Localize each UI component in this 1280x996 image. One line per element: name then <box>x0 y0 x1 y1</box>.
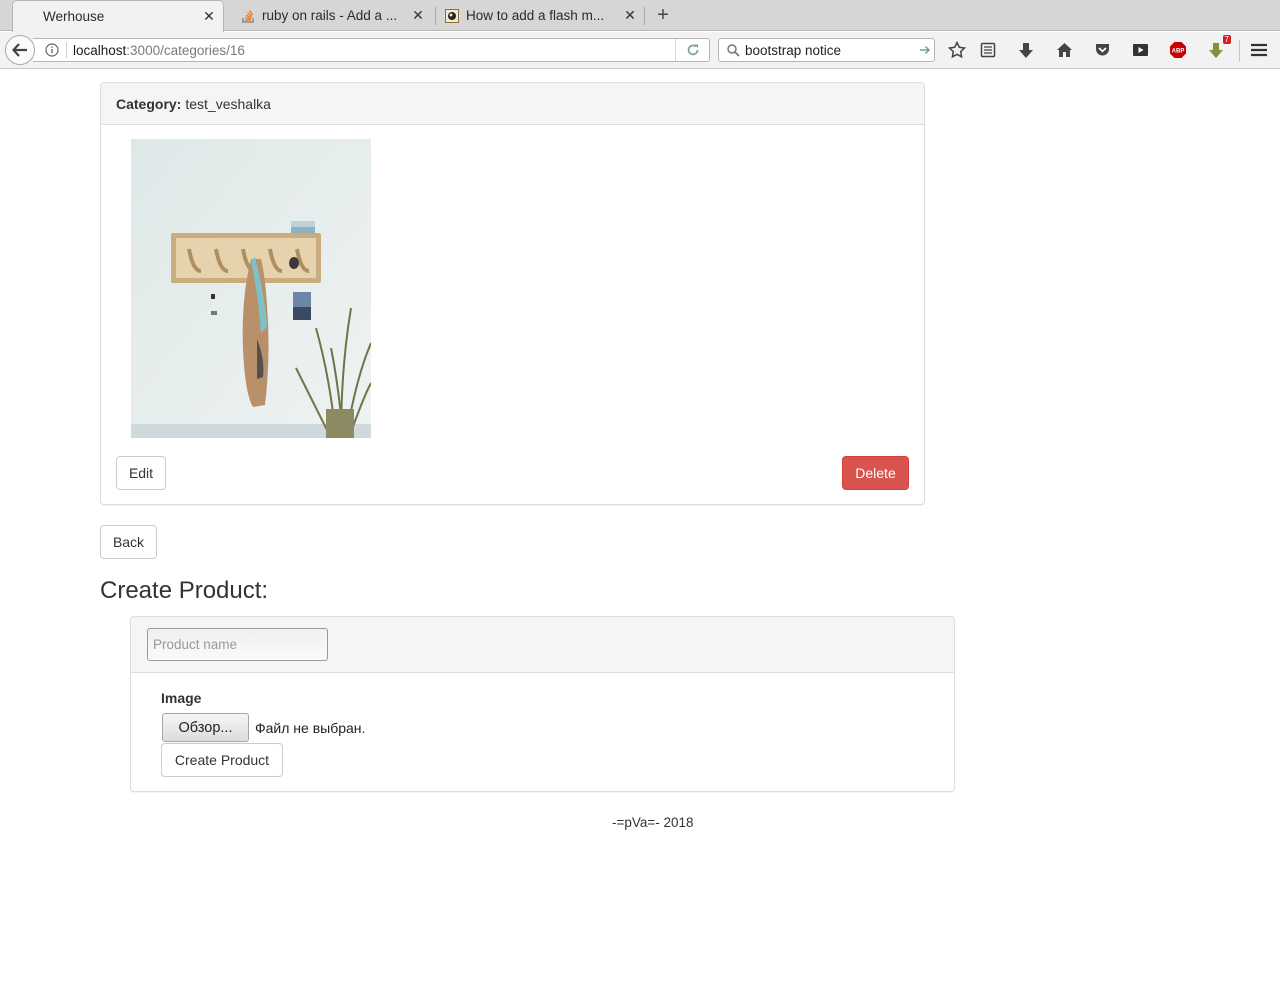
create-product-heading: Create Product: <box>100 577 269 604</box>
stackoverflow-icon <box>241 9 255 23</box>
addon-download-icon[interactable]: 7 <box>1204 35 1231 61</box>
pocket-icon[interactable] <box>1090 39 1114 61</box>
edit-button[interactable]: Edit <box>116 456 166 490</box>
search-go-icon[interactable] <box>916 45 934 55</box>
image-label: Image <box>161 690 202 706</box>
tab-title: Werhouse <box>43 9 105 24</box>
url-separator <box>66 42 67 58</box>
product-name-input[interactable]: Product name <box>147 628 328 661</box>
adblock-icon[interactable]: ABP <box>1166 39 1190 61</box>
category-header: Category: test_veshalka <box>101 83 924 125</box>
home-icon[interactable] <box>1052 39 1076 61</box>
download-icon[interactable] <box>1014 39 1038 61</box>
browse-file-button[interactable]: Обзор... <box>162 713 249 742</box>
search-value: bootstrap notice <box>745 42 842 58</box>
adblock-label: ABP <box>1172 49 1185 55</box>
navigation-toolbar: localhost:3000/categories/16 bootstrap n… <box>0 32 1280 69</box>
blank-page-icon <box>22 10 36 24</box>
arrow-left-icon <box>12 43 27 57</box>
url-bar[interactable]: localhost:3000/categories/16 <box>33 38 710 62</box>
delete-button[interactable]: Delete <box>842 456 909 490</box>
category-label: Category: <box>116 95 182 112</box>
category-name: test_veshalka <box>185 95 271 112</box>
search-bar[interactable]: bootstrap notice <box>718 38 935 62</box>
url-path: :3000/categories/16 <box>126 42 245 58</box>
reading-list-icon[interactable] <box>976 39 1000 61</box>
tab-stackoverflow[interactable]: ruby on rails - Add a ... ✕ <box>232 0 432 31</box>
create-product-button[interactable]: Create Product <box>161 743 283 777</box>
close-icon[interactable]: ✕ <box>408 7 428 24</box>
bookmark-star-icon[interactable] <box>945 39 969 61</box>
new-tab-button[interactable]: + <box>652 4 674 26</box>
tab-title: ruby on rails - Add a ... <box>262 8 398 23</box>
back-button[interactable]: Back <box>100 525 157 559</box>
close-icon[interactable]: ✕ <box>620 7 640 24</box>
info-icon[interactable] <box>44 42 60 58</box>
site-icon <box>445 8 459 23</box>
back-nav-button[interactable] <box>5 35 35 65</box>
category-image <box>131 139 371 438</box>
video-icon[interactable] <box>1128 39 1152 61</box>
footer-text: -=pVa=- 2018 <box>612 815 694 830</box>
tab-separator <box>644 7 645 25</box>
addon-badge: 7 <box>1222 35 1231 44</box>
tab-flash-message[interactable]: How to add a flash m... ✕ <box>436 0 644 31</box>
tab-bar: Werhouse ✕ ruby on rails - Add a ... ✕ H… <box>0 0 1280 32</box>
magnifier-icon <box>723 43 743 57</box>
hamburger-menu-icon[interactable] <box>1247 39 1271 61</box>
tab-title: How to add a flash m... <box>466 8 605 23</box>
create-product-header: Product name <box>131 617 954 673</box>
tab-werhouse[interactable]: Werhouse ✕ <box>12 0 224 32</box>
no-file-text: Файл не выбран. <box>255 720 366 736</box>
close-icon[interactable]: ✕ <box>199 8 219 25</box>
reload-icon[interactable] <box>675 39 709 61</box>
url-host: localhost <box>73 42 127 58</box>
category-panel: Category: test_veshalka Edit Delete <box>100 82 925 505</box>
create-product-panel: Product name Image Обзор... Файл не выбр… <box>130 616 955 792</box>
toolbar-separator <box>1239 40 1240 62</box>
